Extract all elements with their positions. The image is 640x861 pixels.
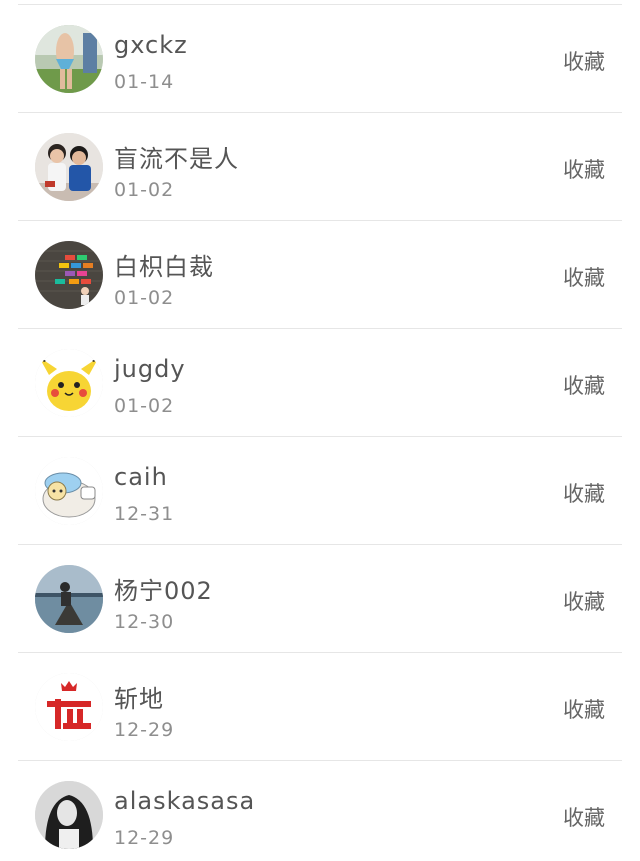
list-item[interactable]: 盲流不是人 01-02 收藏 <box>0 113 640 221</box>
favorite-date: 12-30 <box>114 611 175 633</box>
pikachu-avatar-icon[interactable] <box>35 349 103 417</box>
swimsuit-photo-avatar-icon[interactable] <box>35 25 103 93</box>
favorite-button[interactable]: 收藏 <box>563 694 605 724</box>
couple-photo-avatar-icon[interactable] <box>35 133 103 201</box>
favorite-date: 01-02 <box>114 179 175 201</box>
user-name: caih <box>114 463 168 491</box>
favorite-date: 12-31 <box>114 503 175 525</box>
user-name: gxckz <box>114 31 188 59</box>
favorite-date: 01-02 <box>114 395 175 417</box>
favorite-button[interactable]: 收藏 <box>563 370 605 400</box>
favorite-date: 12-29 <box>114 827 175 849</box>
list-item[interactable]: gxckz 01-14 收藏 <box>0 5 640 113</box>
favorite-date: 01-02 <box>114 287 175 309</box>
favorite-date: 12-29 <box>114 719 175 741</box>
user-name: 白枳白裁 <box>114 253 214 281</box>
favorite-button[interactable]: 收藏 <box>563 478 605 508</box>
favorite-date: 01-14 <box>114 71 175 93</box>
list-item[interactable]: caih 12-31 收藏 <box>0 437 640 545</box>
cartoon-character-avatar-icon[interactable] <box>35 457 103 525</box>
user-name: 斩地 <box>114 685 164 713</box>
red-text-logo-avatar-icon[interactable] <box>35 673 103 741</box>
favorite-button[interactable]: 收藏 <box>563 586 605 616</box>
list-item[interactable]: 斩地 12-29 收藏 <box>0 653 640 761</box>
favorites-user-list: gxckz 01-14 收藏 盲流不是人 01-02 收藏 白枳白裁 01-02… <box>0 0 640 861</box>
favorite-button[interactable]: 收藏 <box>563 46 605 76</box>
user-name: 盲流不是人 <box>114 145 239 173</box>
user-name: 杨宁002 <box>114 577 213 605</box>
colorful-bricks-avatar-icon[interactable] <box>35 241 103 309</box>
favorite-button[interactable]: 收藏 <box>563 154 605 184</box>
portrait-photo-avatar-icon[interactable] <box>35 781 103 849</box>
list-item[interactable]: 杨宁002 12-30 收藏 <box>0 545 640 653</box>
user-name: alaskasasa <box>114 787 256 815</box>
list-item[interactable]: jugdy 01-02 收藏 <box>0 329 640 437</box>
boat-landscape-avatar-icon[interactable] <box>35 565 103 633</box>
favorite-button[interactable]: 收藏 <box>563 262 605 292</box>
list-item[interactable]: alaskasasa 12-29 收藏 <box>0 761 640 861</box>
list-item[interactable]: 白枳白裁 01-02 收藏 <box>0 221 640 329</box>
favorite-button[interactable]: 收藏 <box>563 802 605 832</box>
user-name: jugdy <box>114 355 186 383</box>
